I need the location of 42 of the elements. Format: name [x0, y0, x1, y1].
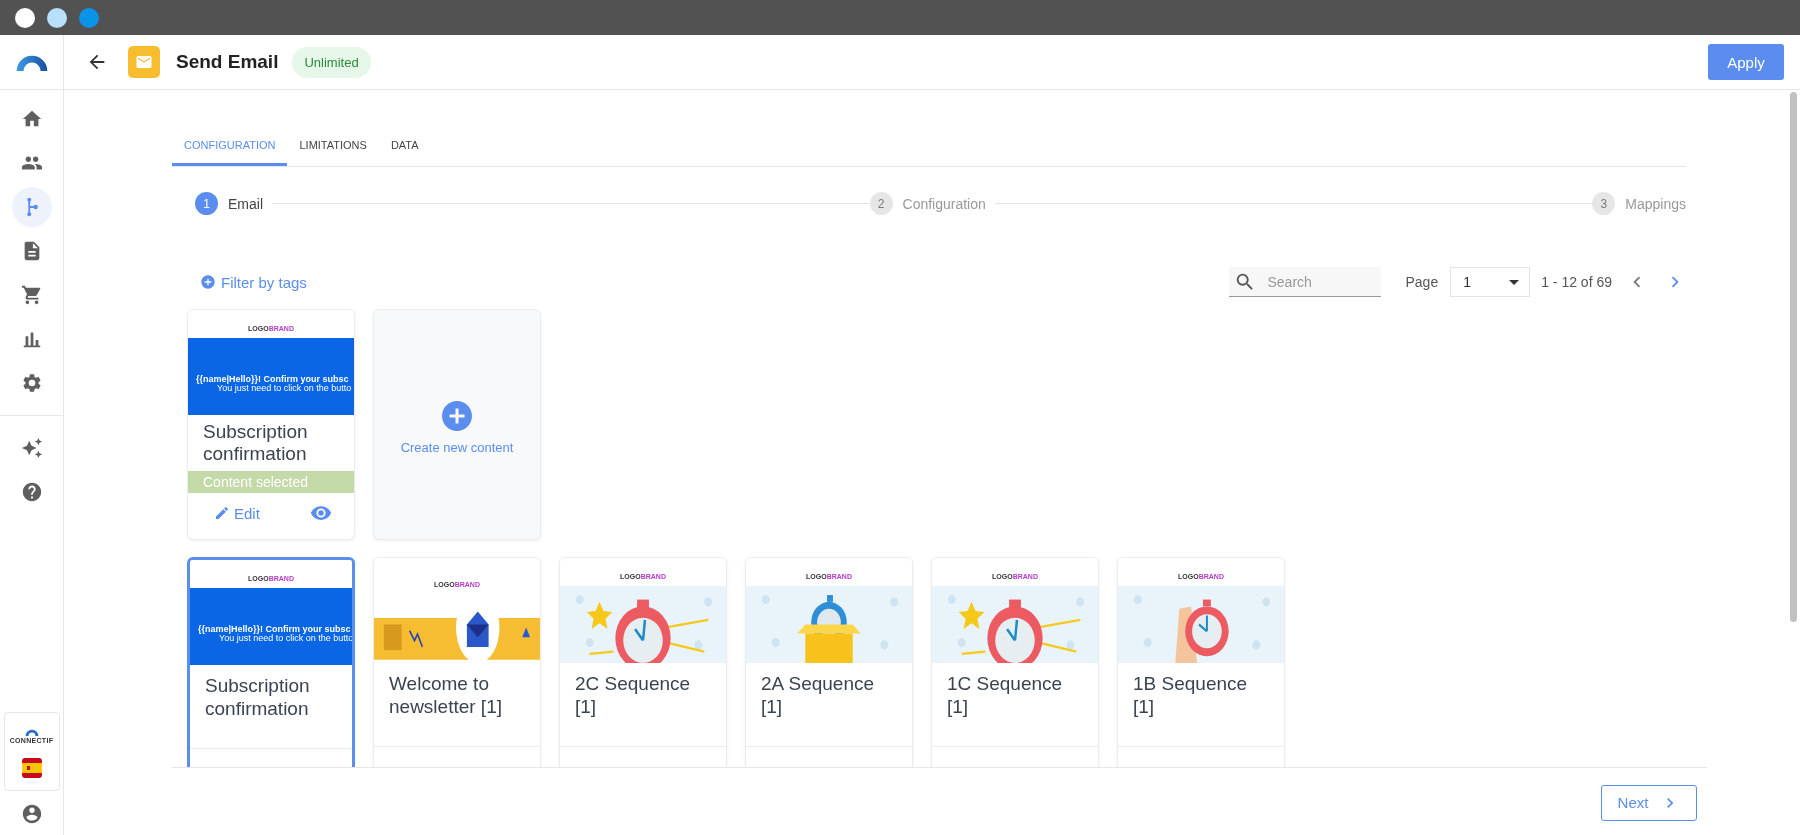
page-select[interactable]: 1	[1450, 267, 1531, 297]
sparkle-icon[interactable]	[20, 437, 43, 459]
step-number: 2	[869, 192, 893, 215]
add-icon	[439, 398, 475, 434]
scrollbar[interactable]	[1790, 92, 1797, 622]
banner-subline: You just need to click on the butto	[217, 384, 353, 393]
step-number: 3	[1592, 192, 1616, 215]
card-title: 1C Sequence [1]	[932, 663, 1098, 747]
status-badge: Unlimited	[292, 46, 371, 78]
page-range: 1 - 12 of 69	[1541, 274, 1612, 290]
logo-icon	[24, 729, 39, 736]
add-icon	[200, 274, 216, 290]
search-field[interactable]: Search	[1229, 267, 1382, 297]
help-icon[interactable]	[20, 481, 43, 503]
email-app-icon	[128, 46, 160, 78]
page-label: Page	[1405, 274, 1439, 290]
banner-headline: {{name|Hello}}! Confirm your subsc	[196, 374, 349, 384]
cart-icon[interactable]	[20, 284, 43, 306]
step-number: 1	[195, 192, 218, 215]
card-title: 2A Sequence [1]	[746, 663, 912, 747]
logo-icon[interactable]	[14, 53, 49, 71]
card-title: 1B Sequence [1]	[1118, 663, 1284, 747]
sidebar-item[interactable]	[11, 187, 52, 227]
banner-headline: {{name|Hello}}! Confirm your subsc	[198, 624, 351, 634]
settings-icon[interactable]	[20, 372, 43, 394]
window-control[interactable]	[15, 7, 35, 28]
selected-banner: Content selected	[188, 471, 354, 493]
account-icon[interactable]	[20, 803, 43, 825]
page-title: Send Email	[176, 51, 279, 73]
tab[interactable]: DATA	[378, 130, 431, 166]
card-title: Welcome to newsletter [1]	[374, 663, 540, 747]
card-title: Subscription confirmation	[202, 420, 309, 466]
card-title: Subscription confirmation	[190, 665, 352, 749]
caret-icon	[1509, 279, 1520, 285]
window-control[interactable]	[47, 7, 67, 28]
step-label: Configuration	[902, 195, 986, 212]
pencil-icon	[214, 505, 230, 521]
step-label: Mappings	[1625, 195, 1686, 212]
flag-icon[interactable]	[21, 758, 42, 778]
step-label: Email	[228, 195, 263, 212]
tab[interactable]: LIMITATIONS	[287, 130, 379, 166]
card-title: 2C Sequence [1]	[560, 663, 726, 747]
